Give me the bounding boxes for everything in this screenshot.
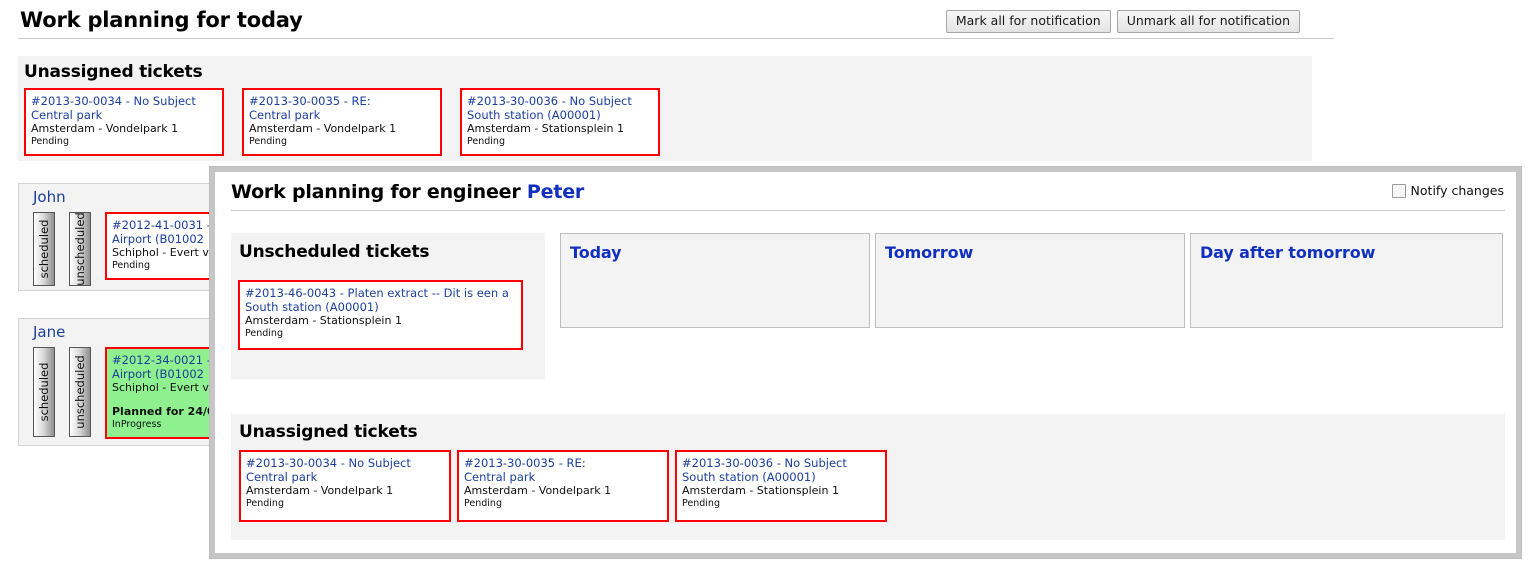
- ticket-title: #2013-30-0035 - RE:: [249, 94, 371, 108]
- page-header: Work planning for today Mark all for not…: [0, 0, 1532, 44]
- notify-changes-checkbox-icon[interactable]: [1391, 183, 1406, 198]
- ticket-location: Central park: [464, 470, 536, 484]
- dialog-unassigned-ticket-list: #2013-30-0034 - No Subject Central park …: [231, 442, 1505, 522]
- ticket-card[interactable]: #2013-30-0035 - RE: Central park Amsterd…: [457, 450, 669, 522]
- ticket-title: #2013-30-0036 - No Subject: [467, 94, 632, 108]
- ticket-location: South station (A00001): [682, 470, 816, 484]
- ticket-address: Amsterdam - Stationsplein 1: [467, 122, 624, 135]
- ticket-status: Pending: [467, 136, 505, 147]
- ticket-location: Central park: [249, 108, 321, 122]
- dialog-title: Work planning for engineer Peter: [231, 181, 584, 203]
- dialog-unscheduled-heading: Unscheduled tickets: [239, 242, 430, 262]
- ticket-address: Amsterdam - Vondelpark 1: [464, 484, 612, 497]
- dialog-title-prefix: Work planning for engineer: [231, 181, 527, 203]
- tab-scheduled[interactable]: scheduled: [33, 212, 55, 286]
- tab-unscheduled-label: unscheduled: [73, 212, 87, 286]
- ticket-card[interactable]: #2013-46-0043 - Platen extract -- Dit is…: [238, 280, 523, 350]
- day-column-today[interactable]: Today: [560, 233, 870, 328]
- tab-scheduled-label: scheduled: [37, 362, 51, 422]
- ticket-location: South station (A00001): [245, 300, 379, 314]
- ticket-card[interactable]: #2013-30-0034 - No Subject Central park …: [239, 450, 451, 522]
- ticket-location: South station (A00001): [467, 108, 601, 122]
- ticket-address: Amsterdam - Stationsplein 1: [245, 314, 402, 327]
- ticket-card[interactable]: #2013-30-0036 - No Subject South station…: [460, 88, 660, 156]
- dialog-divider: [231, 210, 1505, 211]
- ticket-location: Central park: [31, 108, 103, 122]
- tab-scheduled[interactable]: scheduled: [33, 347, 55, 437]
- notify-changes-label: Notify changes: [1410, 183, 1504, 198]
- page-unassigned-ticket-list: #2013-30-0034 - No Subject Central park …: [18, 82, 1312, 156]
- ticket-card[interactable]: #2013-30-0035 - RE: Central park Amsterd…: [242, 88, 442, 156]
- day-column-tomorrow[interactable]: Tomorrow: [875, 233, 1185, 328]
- unmark-all-notification-button[interactable]: Unmark all for notification: [1116, 10, 1300, 33]
- page-title: Work planning for today: [20, 8, 303, 32]
- ticket-card[interactable]: #2013-30-0034 - No Subject Central park …: [24, 88, 224, 156]
- ticket-card[interactable]: #2013-30-0036 - No Subject South station…: [675, 450, 887, 522]
- ticket-title: #2013-30-0036 - No Subject: [682, 456, 847, 470]
- day-column-tomorrow-label: Tomorrow: [885, 243, 974, 262]
- ticket-title: #2013-30-0034 - No Subject: [246, 456, 411, 470]
- ticket-address: Amsterdam - Vondelpark 1: [246, 484, 394, 497]
- page-unassigned-tickets-panel: Unassigned tickets #2013-30-0034 - No Su…: [18, 56, 1312, 161]
- mark-all-notification-button[interactable]: Mark all for notification: [945, 10, 1111, 33]
- ticket-title: #2013-30-0034 - No Subject: [31, 94, 196, 108]
- dialog-content: Work planning for engineer Peter Notify …: [215, 172, 1516, 553]
- dialog-engineer-name: Peter: [526, 181, 585, 203]
- page-unassigned-heading: Unassigned tickets: [24, 62, 203, 82]
- day-column-today-label: Today: [570, 243, 622, 262]
- ticket-status: Pending: [31, 136, 69, 147]
- ticket-location: Central park: [246, 470, 318, 484]
- ticket-title: #2013-30-0035 - RE:: [464, 456, 586, 470]
- day-column-day-after-tomorrow[interactable]: Day after tomorrow: [1190, 233, 1503, 328]
- notify-changes-toggle[interactable]: Notify changes: [1391, 183, 1504, 198]
- ticket-address: Amsterdam - Vondelpark 1: [31, 122, 179, 135]
- ticket-address: Amsterdam - Vondelpark 1: [249, 122, 397, 135]
- ticket-status: Pending: [464, 498, 502, 509]
- tab-unscheduled[interactable]: unscheduled: [69, 212, 91, 286]
- ticket-status: Pending: [245, 328, 283, 339]
- engineer-planning-dialog: Work planning for engineer Peter Notify …: [210, 167, 1521, 558]
- day-column-day-after-tomorrow-label: Day after tomorrow: [1200, 243, 1376, 262]
- dialog-unscheduled-panel: Unscheduled tickets #2013-46-0043 - Plat…: [231, 233, 545, 379]
- ticket-address: Amsterdam - Stationsplein 1: [682, 484, 839, 497]
- ticket-status: Pending: [246, 498, 284, 509]
- ticket-status: Pending: [249, 136, 287, 147]
- work-planning-screen: Work planning for today Mark all for not…: [0, 0, 1532, 564]
- dialog-unassigned-heading: Unassigned tickets: [239, 422, 418, 442]
- tab-scheduled-label: scheduled: [37, 219, 51, 279]
- dialog-unassigned-panel: Unassigned tickets #2013-30-0034 - No Su…: [231, 414, 1505, 540]
- ticket-title: #2013-46-0043 - Platen extract -- Dit is…: [245, 286, 509, 300]
- tab-unscheduled-label: unscheduled: [73, 355, 87, 429]
- tab-unscheduled[interactable]: unscheduled: [69, 347, 91, 437]
- header-divider: [18, 38, 1334, 39]
- header-button-group: Mark all for notification Unmark all for…: [945, 10, 1300, 33]
- ticket-status: Pending: [682, 498, 720, 509]
